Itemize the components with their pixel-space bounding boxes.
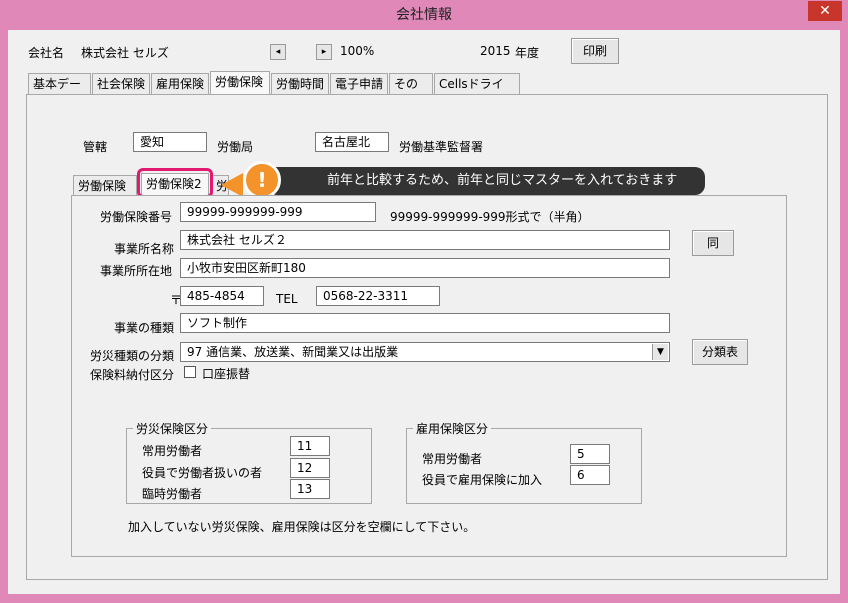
blank-class-note: 加入していない労災保険、雇用保険は区分を空欄にして下さい。 <box>128 520 476 534</box>
labor-office-field[interactable]: 名古屋北 <box>315 132 389 152</box>
callout-note: 前年と比較するため、前年と同じマスターを入れておきます <box>267 167 705 195</box>
labor-office-label: 労働基準監督署 <box>399 140 484 154</box>
accident-class-select[interactable]: 97 通信業、放送業、新聞業又は出版業 ▼ <box>180 342 670 362</box>
company-name: 株式会社 セルズ <box>81 46 169 60</box>
insurance-number-field[interactable]: 99999-999999-999 <box>180 202 376 222</box>
company-label: 会社名 <box>28 46 65 60</box>
print-button[interactable]: 印刷 <box>571 38 619 64</box>
insurance-number-hint: 99999-999999-999形式で（半角） <box>390 210 590 224</box>
business-type-label: 事業の種類 <box>114 321 175 335</box>
address-label: 事業所所在地 <box>100 264 173 278</box>
account-transfer-checkbox[interactable] <box>184 366 196 378</box>
employment-regular-field[interactable]: 5 <box>570 444 610 464</box>
jurisdiction-label: 管轄 <box>83 140 108 154</box>
postal-code-field[interactable]: 485-4854 <box>180 286 264 306</box>
labor-insurance-panel: 管轄 愛知 労働局 名古屋北 労働基準監督署 労働保険1 労働保険2 労 前年と… <box>26 94 828 580</box>
accident-class-value: 97 通信業、放送業、新聞業又は出版業 <box>187 345 399 359</box>
jurisdiction-field[interactable]: 愛知 <box>133 132 207 152</box>
zoom-increase-button[interactable]: ▸ <box>316 44 332 60</box>
office-name-field[interactable]: 株式会社 セルズ２ <box>180 230 670 250</box>
address-field[interactable]: 小牧市安田区新町180 <box>180 258 670 278</box>
tab-social-insurance[interactable]: 社会保険 <box>92 73 150 94</box>
labor-insurance-2-panel: 労働保険番号 99999-999999-999 99999-999999-999… <box>71 195 787 557</box>
insurance-number-label: 労働保険番号 <box>100 210 173 224</box>
tab-employment-insurance[interactable]: 雇用保険 <box>151 73 209 94</box>
tel-field[interactable]: 0568-22-3311 <box>316 286 440 306</box>
accident-insurance-group-title: 労災保険区分 <box>136 422 209 436</box>
zoom-decrease-button[interactable]: ◂ <box>270 44 286 60</box>
tab-other[interactable]: その他 <box>389 73 433 111</box>
accident-officer-field[interactable]: 12 <box>290 458 330 478</box>
app-window: 会社情報 ✕ 会社名 株式会社 セルズ ◂ ▸ 100% 2015 年度 印刷 … <box>0 0 848 603</box>
fiscal-year: 2015 <box>480 44 511 58</box>
tel-label: TEL <box>276 292 298 306</box>
accident-class-label: 労災種類の分類 <box>90 349 175 363</box>
fiscal-year-label: 年度 <box>515 46 540 60</box>
same-button[interactable]: 同 <box>692 230 734 256</box>
employment-insurance-group-title: 雇用保険区分 <box>416 422 489 436</box>
bureau-label: 労働局 <box>217 140 254 154</box>
window-title: 会社情報 <box>396 7 452 23</box>
exclamation-icon: ! <box>243 161 281 199</box>
tab-basic-data[interactable]: 基本データ <box>28 73 91 111</box>
subtab-highlight-frame <box>137 168 213 198</box>
callout-pointer <box>221 173 243 197</box>
chevron-down-icon[interactable]: ▼ <box>652 344 668 360</box>
client-area: 会社名 株式会社 セルズ ◂ ▸ 100% 2015 年度 印刷 基本データ 社… <box>8 30 840 594</box>
tab-labor-insurance[interactable]: 労働保険 <box>210 71 270 95</box>
account-transfer-label: 口座振替 <box>202 367 251 381</box>
classification-table-button[interactable]: 分類表 <box>692 339 748 365</box>
tab-e-filing[interactable]: 電子申請 <box>330 73 388 94</box>
close-button[interactable]: ✕ <box>808 1 842 21</box>
accident-temporary-field[interactable]: 13 <box>290 479 330 499</box>
tab-cells-drive[interactable]: Cellsドライブ <box>434 73 520 111</box>
title-bar: 会社情報 ✕ <box>0 0 848 30</box>
tab-working-hours[interactable]: 労働時間 <box>271 73 329 94</box>
zoom-level: 100% <box>340 44 375 58</box>
employment-officer-field[interactable]: 6 <box>570 465 610 485</box>
employment-regular-label: 常用労働者 <box>422 452 483 466</box>
accident-regular-label: 常用労働者 <box>142 444 203 458</box>
business-type-field[interactable]: ソフト制作 <box>180 313 670 333</box>
accident-regular-field[interactable]: 11 <box>290 436 330 456</box>
subtab-labor-insurance-1[interactable]: 労働保険1 <box>73 175 137 213</box>
accident-temporary-label: 臨時労働者 <box>142 487 203 501</box>
payment-class-label: 保険料納付区分 <box>90 368 175 382</box>
accident-officer-label: 役員で労働者扱いの者 <box>142 466 263 480</box>
employment-officer-label: 役員で雇用保険に加入 <box>422 473 543 487</box>
office-name-label: 事業所名称 <box>114 242 175 256</box>
